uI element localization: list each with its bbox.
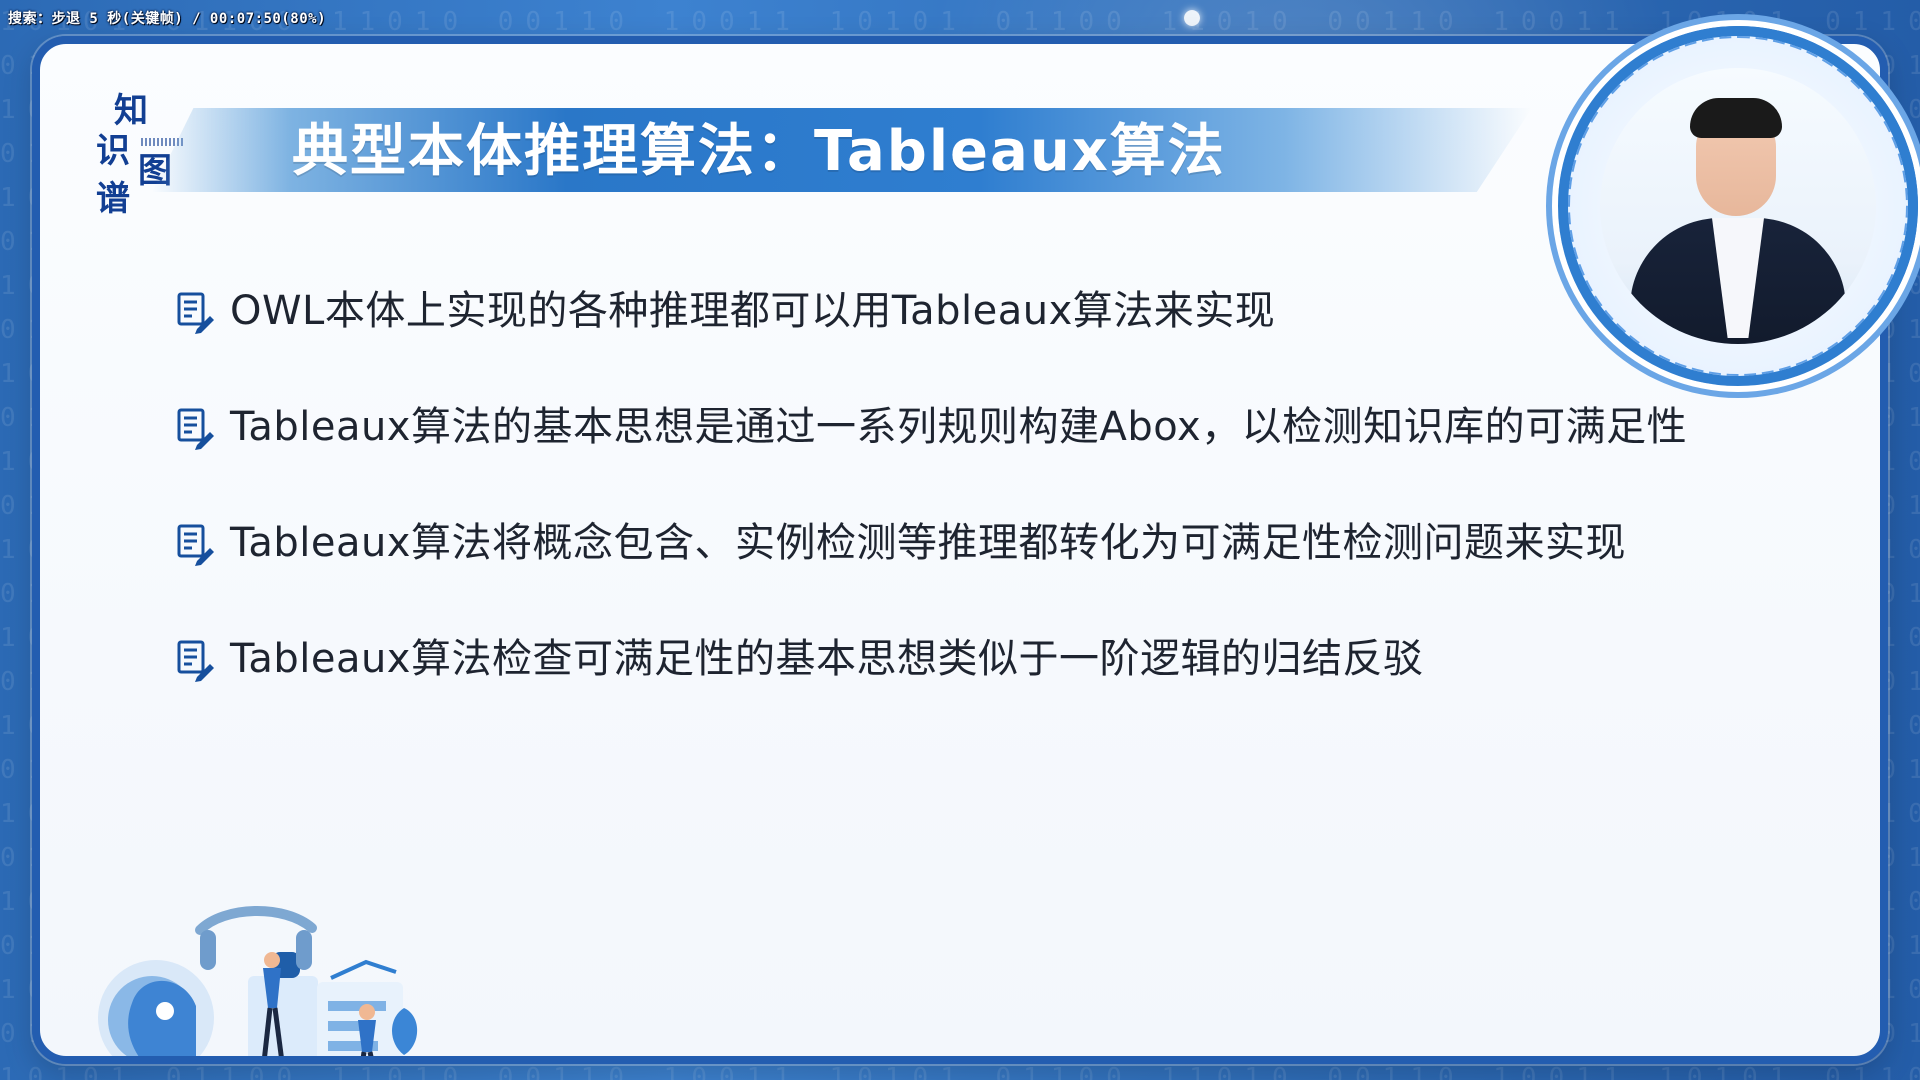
presenter-video	[1548, 16, 1918, 386]
bullet-text: Tableaux算法的基本思想是通过一系列规则构建Abox，以检测知识库的可满足…	[230, 404, 1688, 450]
logo-char-zhi: 知	[114, 91, 148, 131]
slide-title: 典型本体推理算法：Tableaux算法	[292, 119, 1226, 184]
bullet-text: Tableaux算法检查可满足性的基本思想类似于一阶逻辑的归结反驳	[230, 636, 1424, 682]
slide-stage: 10101 01100 11010 00110 10011 10101 0110…	[0, 0, 1920, 1080]
document-pen-icon	[177, 408, 214, 450]
video-status-overlay: 搜索：步退 5 秒(关键帧) / 00:07:50(80%)	[8, 11, 327, 27]
presenter-hair	[1690, 98, 1782, 138]
logo-char-pu: 谱	[96, 179, 130, 219]
logo-char-shi: 识	[96, 131, 130, 171]
document-pen-icon	[177, 640, 214, 682]
bullet-text: Tableaux算法将概念包含、实例检测等推理都转化为可满足性检测问题来实现	[230, 520, 1626, 566]
bullet-item: Tableaux算法检查可满足性的基本思想类似于一阶逻辑的归结反驳	[174, 624, 1814, 740]
bullet-item: Tableaux算法将概念包含、实例检测等推理都转化为可满足性检测问题来实现	[174, 508, 1814, 624]
document-pen-icon	[177, 524, 214, 566]
light-dot-icon	[1184, 10, 1200, 26]
presenter-frame	[1558, 26, 1918, 386]
bullet-item: Tableaux算法的基本思想是通过一系列规则构建Abox，以检测知识库的可满足…	[174, 392, 1814, 508]
ai-illustration-icon	[98, 906, 418, 1056]
bullet-text: OWL本体上实现的各种推理都可以用Tableaux算法来实现	[230, 288, 1276, 334]
document-pen-icon	[177, 292, 214, 334]
presenter-photo	[1600, 68, 1876, 344]
